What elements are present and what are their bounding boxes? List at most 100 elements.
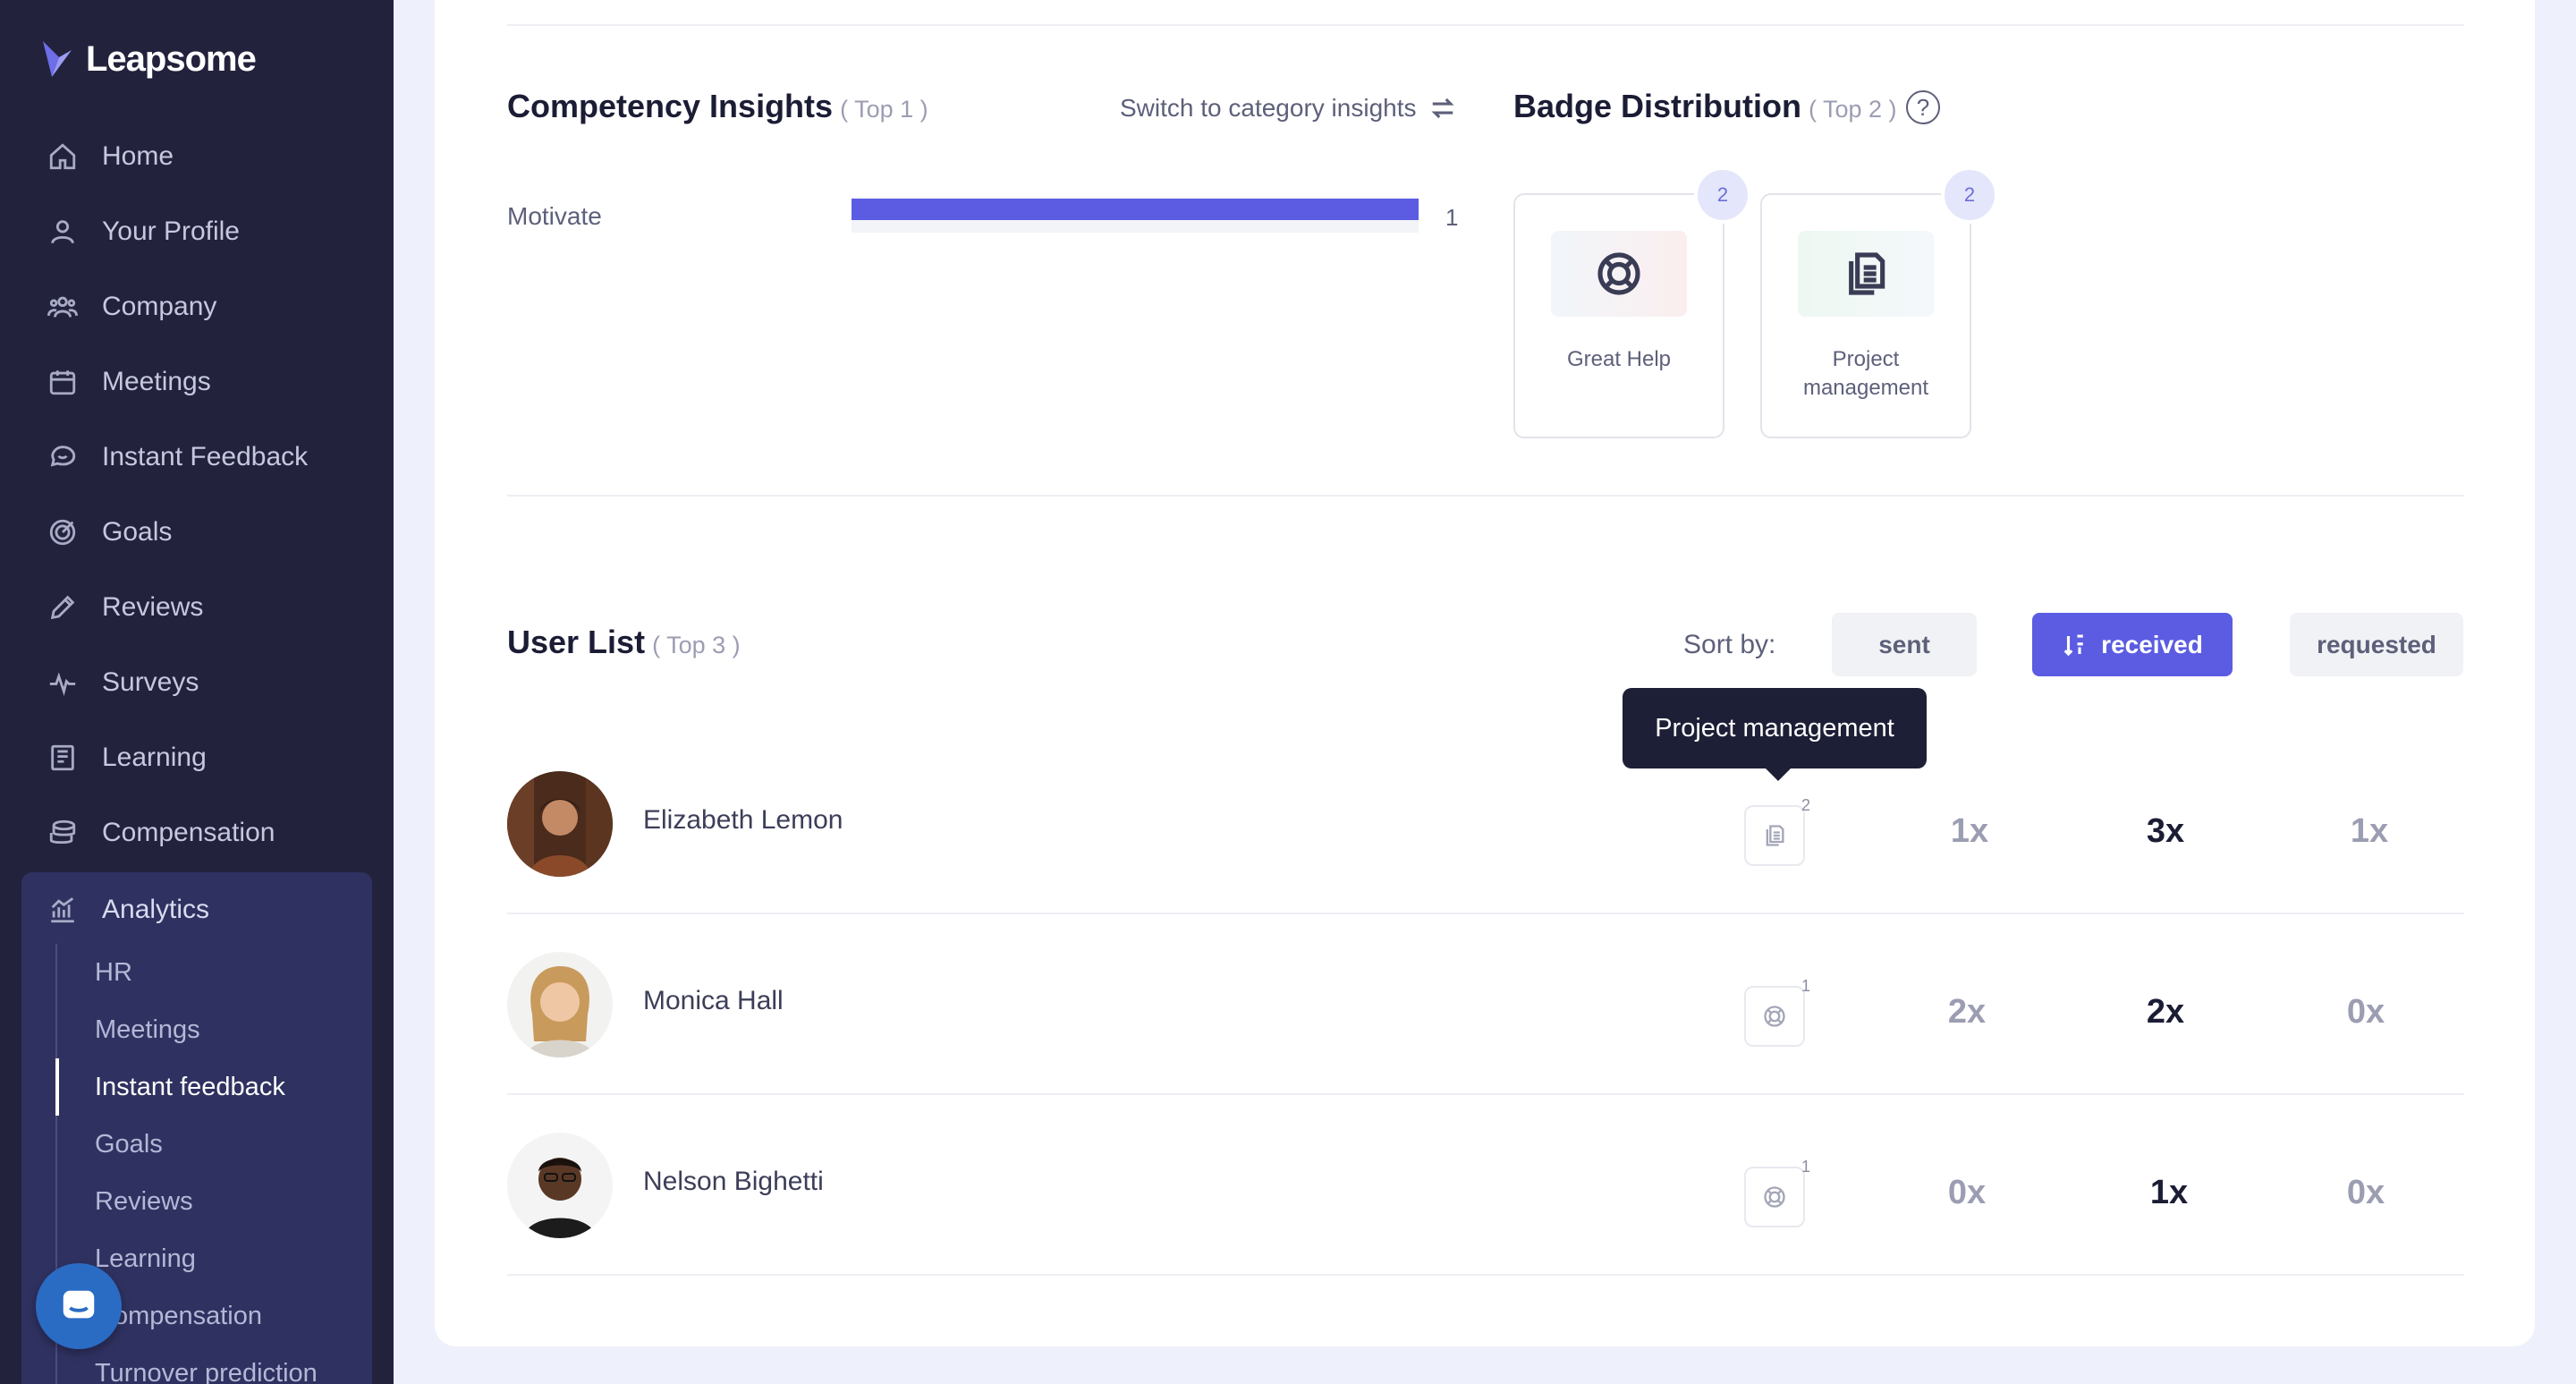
sidebar-item-instant-feedback[interactable]: Instant Feedback (21, 420, 372, 495)
received-count: 3x (2146, 812, 2185, 850)
sort-requested-button[interactable]: requested (2290, 613, 2463, 676)
sort-sent-label: sent (1878, 630, 1930, 658)
badge-distribution-title: Badge Distribution ( Top 2 ) (1513, 88, 1897, 125)
sidebar-item-company[interactable]: Company (21, 269, 372, 344)
sidebar-item-label: Meetings (102, 367, 211, 396)
competency-bar-label: Motivate (507, 202, 602, 230)
sidebar-item-learning[interactable]: Learning (21, 720, 372, 795)
user-list-title-text: User List (507, 624, 646, 660)
switch-label: Switch to category insights (1120, 94, 1417, 122)
sidebar-item-label: Analytics (102, 895, 210, 924)
target-icon (47, 516, 79, 548)
calendar-icon (47, 366, 79, 398)
sidebar-item-label: Goals (102, 517, 173, 547)
lifebuoy-icon (1764, 1006, 1785, 1027)
user-badge[interactable]: 1 (1744, 977, 1810, 1047)
requested-count: 1x (2350, 812, 2389, 850)
sidebar-item-label: Your Profile (102, 217, 240, 246)
sidebar-subitem-hr[interactable]: HR (57, 944, 318, 1001)
main-nav: Home Your Profile Company Meetings Insta… (21, 119, 372, 870)
received-count: 1x (2149, 1174, 2189, 1211)
user-badge[interactable]: 2 (1744, 796, 1810, 866)
sort-requested-label: requested (2317, 630, 2436, 658)
sidebar-subitem-instant-feedback[interactable]: Instant feedback (55, 1058, 318, 1116)
documents-icon (1766, 825, 1784, 846)
badge-count: 2 (1694, 166, 1751, 224)
sidebar-item-label: Reviews (102, 592, 204, 622)
sidebar-item-meetings[interactable]: Meetings (21, 344, 372, 420)
sidebar-item-analytics[interactable]: Analytics (21, 872, 372, 947)
sidebar-item-your-profile[interactable]: Your Profile (21, 194, 372, 269)
badge-tooltip: Project management (1623, 688, 1927, 781)
table-row[interactable]: Elizabeth Lemon 2 1x 3x 1x (507, 732, 2464, 913)
user-icon (47, 216, 79, 248)
badge-name: Project management (1802, 347, 1929, 400)
coins-icon (47, 817, 79, 849)
user-name: Nelson Bighetti (643, 1167, 824, 1196)
sort-received-button[interactable]: received (2032, 613, 2233, 676)
competency-title-text: Competency Insights (507, 88, 834, 124)
pulse-icon (47, 667, 79, 699)
sidebar-item-label: Company (102, 292, 217, 321)
badge-title-text: Badge Distribution (1513, 88, 1801, 124)
help-icon[interactable]: ? (1906, 90, 1940, 124)
book-icon (47, 742, 79, 774)
sort-received-label: received (2101, 630, 2203, 658)
switch-category-insights-link[interactable]: Switch to category insights (1120, 94, 1456, 123)
sidebar-item-reviews[interactable]: Reviews (21, 570, 372, 645)
table-row[interactable]: Nelson Bighetti 1 0x 1x 0x (507, 1093, 2464, 1274)
sent-count: 0x (1947, 1174, 1987, 1211)
leapsome-logo[interactable]: Leapsome (39, 38, 257, 81)
badge-card-great-help[interactable]: Great Help 2 (1513, 166, 1751, 438)
user-name: Monica Hall (643, 986, 784, 1015)
sidebar-subitem-turnover-prediction[interactable]: Turnover prediction (57, 1345, 318, 1384)
badge-count: 2 (1941, 166, 1998, 224)
competency-insights-title: Competency Insights( Top 1 ) (507, 88, 928, 125)
chat-launcher-button[interactable] (36, 1263, 122, 1349)
sent-count: 2x (1947, 993, 1987, 1031)
badge-card-project-management[interactable]: Project management 2 (1760, 166, 1998, 438)
sidebar-item-surveys[interactable]: Surveys (21, 645, 372, 720)
sort-label: Sort by: (1683, 630, 1776, 659)
lifebuoy-icon (1551, 231, 1687, 317)
sidebar-item-goals[interactable]: Goals (21, 495, 372, 570)
section-divider (507, 495, 2464, 497)
sidebar-subitem-reviews[interactable]: Reviews (57, 1173, 318, 1230)
sort-desc-icon (2063, 633, 2083, 656)
chart-icon (47, 894, 79, 926)
documents-icon (1798, 231, 1934, 317)
user-list-title: User List( Top 3 ) (507, 624, 741, 661)
pen-icon (47, 591, 79, 624)
sidebar-item-label: Home (102, 141, 174, 171)
users-icon (47, 291, 79, 323)
sort-sent-button[interactable]: sent (1832, 613, 1977, 676)
received-count: 2x (2146, 993, 2185, 1031)
chat-icon (47, 441, 79, 473)
sidebar: Leapsome Home Your Profile Company Meeti… (0, 0, 394, 1384)
requested-count: 0x (2346, 1174, 2385, 1211)
brand-name: Leapsome (86, 38, 257, 79)
avatar (507, 952, 613, 1057)
home-icon (47, 140, 79, 173)
sidebar-item-label: Learning (102, 743, 207, 772)
chat-bubble-icon (63, 1290, 95, 1319)
sidebar-subitem-goals[interactable]: Goals (57, 1116, 318, 1173)
top-divider (507, 24, 2464, 26)
row-divider (507, 1274, 2464, 1276)
user-badge-count: 1 (1801, 1158, 1810, 1176)
competency-bar-track (852, 197, 1419, 233)
sidebar-item-home[interactable]: Home (21, 119, 372, 194)
leapsome-logo-icon (43, 41, 72, 77)
swap-arrows-icon (1430, 98, 1454, 119)
sidebar-item-compensation[interactable]: Compensation (21, 795, 372, 870)
sent-count: 1x (1950, 812, 1989, 850)
sidebar-subitem-meetings[interactable]: Meetings (57, 1001, 318, 1058)
user-name: Elizabeth Lemon (643, 805, 843, 835)
table-row[interactable]: Monica Hall 1 2x 2x 0x (507, 913, 2464, 1093)
competency-bar-value: 1 (1445, 204, 1459, 231)
user-badge[interactable]: 1 (1744, 1158, 1810, 1227)
requested-count: 0x (2346, 993, 2385, 1031)
lifebuoy-icon (1764, 1186, 1785, 1208)
sidebar-item-label: Instant Feedback (102, 442, 309, 471)
avatar (507, 771, 613, 877)
